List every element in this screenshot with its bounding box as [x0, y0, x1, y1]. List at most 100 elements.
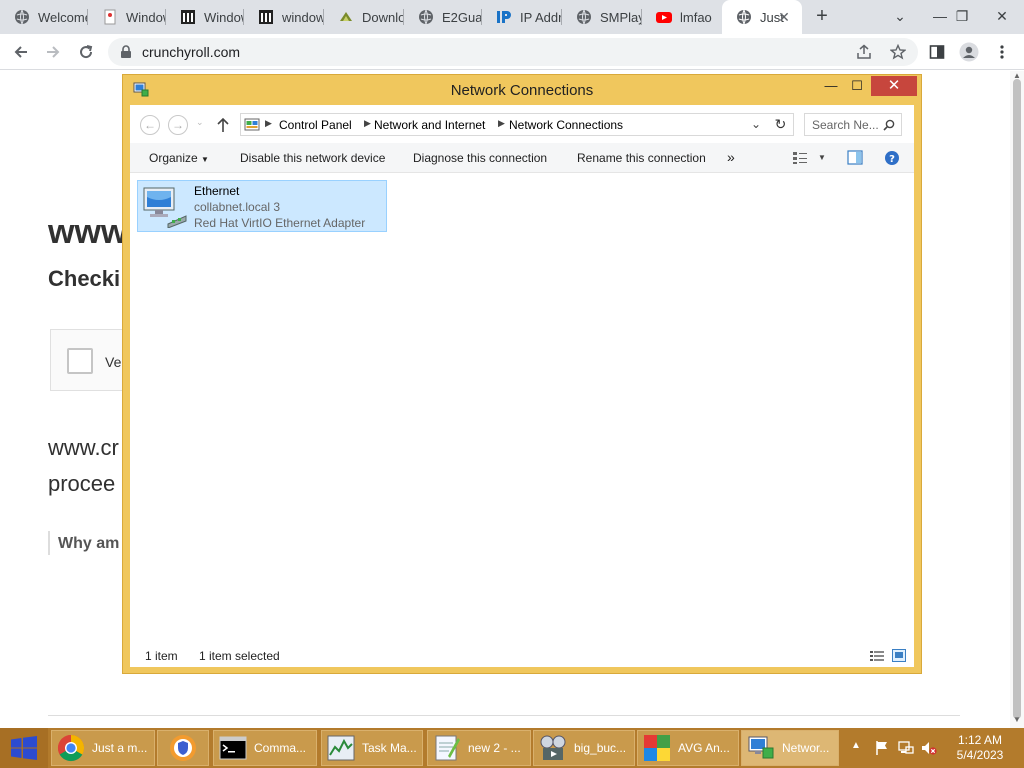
restore-browser-button[interactable]: ❐ [940, 0, 984, 34]
archive-icon [258, 9, 274, 25]
preview-pane-icon[interactable] [847, 150, 863, 165]
breadcrumb[interactable]: ▶ Control Panel ▶ Network and Internet ▶… [240, 113, 794, 136]
page-scrollbar[interactable]: ▲ ▼ [1010, 71, 1024, 728]
taskbar-clock[interactable]: 1:12 AM 5/4/2023 [944, 733, 1016, 763]
change-view-icon[interactable] [792, 151, 808, 165]
close-window-button[interactable]: ✕ [871, 76, 917, 96]
scrollbar-thumb[interactable] [1013, 79, 1021, 719]
forward-nav-button[interactable]: → [168, 115, 188, 135]
details-view-icon[interactable] [870, 650, 884, 662]
address-dropdown-chevron-icon[interactable]: ⌄ [751, 117, 761, 131]
tab-smplayer[interactable]: SMPlayer [562, 0, 642, 34]
view-options-chevron-icon[interactable]: ▼ [818, 153, 826, 162]
tab-label: IP Address [520, 9, 562, 25]
side-panel-icon [929, 45, 945, 59]
taskbar-avg[interactable]: AVG An... [637, 730, 739, 766]
tab-label: Welcome [38, 9, 88, 25]
tab-lmfao[interactable]: lmfao [642, 0, 722, 34]
url-text: crunchyroll.com [142, 44, 241, 60]
why-link[interactable]: Why am [58, 535, 119, 553]
start-button[interactable] [0, 728, 48, 768]
refresh-button[interactable]: ↻ [768, 113, 794, 136]
tab-just-a-moment[interactable]: Just a moment... ✕ [722, 0, 802, 34]
ethernet-adapter-icon [143, 187, 187, 228]
taskbar-command-prompt[interactable]: Comma... [213, 730, 317, 766]
more-commands-button[interactable]: » [727, 149, 735, 165]
profile-button[interactable] [956, 40, 982, 64]
search-box[interactable]: Search Ne... [804, 113, 902, 136]
selection-count: 1 item selected [199, 649, 280, 663]
large-icons-view-icon[interactable] [892, 649, 906, 662]
close-browser-button[interactable]: ✕ [980, 0, 1024, 34]
network-connections-window: Network Connections — ☐ ✕ ← → ⌄ ▶ Contro… [122, 74, 922, 674]
page-heading: www [48, 213, 128, 251]
share-icon[interactable] [856, 44, 872, 60]
minimize-window-button[interactable]: — [817, 76, 845, 96]
info-line-1: www.cr [48, 435, 119, 460]
taskbar: Just a m... Comma... Task Ma... new 2 - … [0, 728, 1024, 768]
media-player-icon [538, 733, 568, 763]
taskbar-network-connections[interactable]: Networ... [741, 730, 839, 766]
reload-icon [80, 45, 93, 59]
reload-button[interactable] [73, 40, 99, 64]
disable-device-button[interactable]: Disable this network device [240, 151, 385, 165]
address-bar[interactable]: crunchyroll.com [108, 38, 918, 66]
clock-time: 1:12 AM [957, 733, 1003, 747]
taskbar-label: Networ... [782, 741, 830, 755]
recent-locations-chevron-icon[interactable]: ⌄ [196, 117, 204, 128]
search-icon [883, 119, 895, 131]
page-icon [102, 9, 118, 25]
taskbar-label: Just a m... [92, 741, 148, 755]
taskbar-browser-shield[interactable] [157, 730, 209, 766]
taskbar-label: AVG An... [678, 741, 730, 755]
rename-connection-button[interactable]: Rename this connection [577, 151, 706, 165]
action-center-flag-icon[interactable] [874, 740, 890, 756]
scroll-down-icon[interactable]: ▼ [1013, 715, 1021, 724]
network-tray-icon[interactable] [898, 740, 914, 756]
verify-checkbox[interactable] [67, 348, 93, 374]
side-panel-button[interactable] [924, 40, 950, 64]
maximize-window-button[interactable]: ☐ [843, 76, 871, 96]
taskbar-chrome[interactable]: Just a m... [51, 730, 155, 766]
taskbar-media-player[interactable]: big_buc... [533, 730, 635, 766]
organize-label: Organize [149, 151, 198, 165]
diagnose-connection-button[interactable]: Diagnose this connection [413, 151, 547, 165]
file-list-area[interactable]: Ethernet collabnet.local 3 Red Hat VirtI… [130, 174, 914, 634]
tab-welcome[interactable]: Welcome [0, 0, 88, 34]
connection-name: Ethernet [194, 184, 240, 198]
youtube-icon [656, 9, 672, 25]
volume-muted-icon[interactable] [921, 740, 937, 756]
taskbar-task-manager[interactable]: Task Ma... [321, 730, 423, 766]
back-nav-button[interactable]: ← [140, 115, 160, 135]
menu-button[interactable] [989, 40, 1015, 64]
organize-button[interactable]: Organize ▼ [149, 151, 209, 165]
clock-date: 5/4/2023 [956, 748, 1004, 762]
ethernet-connection-item[interactable]: Ethernet collabnet.local 3 Red Hat VirtI… [137, 180, 387, 232]
show-hidden-icons-chevron-icon[interactable]: ▲ [851, 740, 861, 751]
tab-search-chevron-icon[interactable]: ⌄ [878, 0, 922, 34]
tab-windows-1[interactable]: Windows [88, 0, 166, 34]
breadcrumb-network-and-internet[interactable]: Network and Internet [374, 118, 485, 132]
task-manager-icon [326, 733, 356, 763]
new-tab-button[interactable]: + [810, 5, 834, 29]
close-tab-icon[interactable]: ✕ [776, 9, 792, 25]
back-button[interactable] [8, 40, 34, 64]
bookmark-star-icon[interactable] [890, 44, 906, 60]
up-arrow-icon[interactable] [216, 117, 230, 133]
connection-network: collabnet.local 3 [194, 200, 281, 214]
breadcrumb-network-connections[interactable]: Network Connections [509, 118, 623, 132]
tab-downloads[interactable]: Downloads [324, 0, 404, 34]
tab-windows-3[interactable]: windows [244, 0, 324, 34]
forward-button[interactable] [40, 40, 66, 64]
connection-adapter: Red Hat VirtIO Ethernet Adapter [194, 216, 366, 230]
tab-ip-address[interactable]: IP Address [482, 0, 562, 34]
taskbar-notepad[interactable]: new 2 - ... [427, 730, 531, 766]
network-icon [746, 733, 776, 763]
window-titlebar[interactable]: Network Connections — ☐ ✕ [123, 75, 921, 105]
tab-e2guardian[interactable]: E2Guardian [404, 0, 482, 34]
tab-windows-2[interactable]: Windows [166, 0, 244, 34]
help-icon[interactable]: ? [884, 150, 900, 166]
breadcrumb-control-panel[interactable]: Control Panel [279, 118, 352, 132]
chevron-down-icon: ▼ [201, 155, 209, 164]
kebab-menu-icon [1000, 45, 1004, 59]
